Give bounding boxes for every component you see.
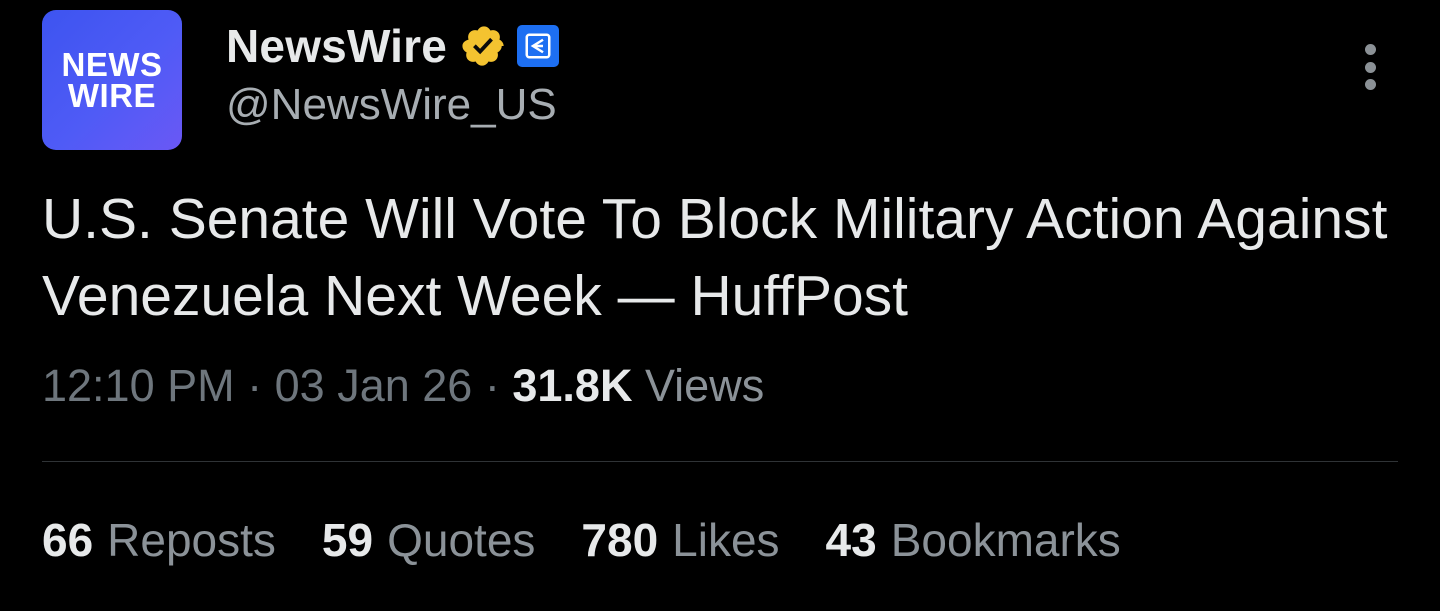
likes-stat[interactable]: 780 Likes (581, 513, 779, 567)
tweet-meta: 12:10 PM · 03 Jan 26 · 31.8K Views (42, 360, 764, 412)
avatar-logo-line-1: NEWS (61, 46, 163, 83)
likes-count: 780 (581, 514, 659, 566)
more-options-button[interactable] (1346, 40, 1394, 94)
meta-separator: · (247, 360, 263, 411)
user-handle[interactable]: @NewsWire_US (226, 80, 557, 130)
views-label[interactable]: Views (645, 360, 764, 411)
engagement-stats: 66 Reposts 59 Quotes 780 Likes 43 Bookma… (42, 513, 1167, 567)
quotes-count: 59 (321, 514, 374, 566)
display-name[interactable]: NewsWire (226, 19, 447, 73)
verified-badge-icon[interactable] (461, 23, 507, 69)
reposts-label: Reposts (107, 514, 276, 566)
more-vertical-icon-dot (1364, 61, 1376, 73)
tweet-time[interactable]: 12:10 PM (42, 360, 235, 411)
views-count[interactable]: 31.8K (512, 360, 632, 411)
bookmarks-label: Bookmarks (890, 514, 1121, 566)
reposts-count: 66 (42, 514, 94, 566)
avatar-logo-line-2: WIRE (67, 77, 157, 114)
bookmarks-count: 43 (825, 514, 877, 566)
tweet-date[interactable]: 03 Jan 26 (275, 360, 473, 411)
avatar[interactable]: NEWS WIRE (42, 10, 182, 150)
meta-separator: · (484, 360, 500, 411)
likes-label: Likes (672, 514, 780, 566)
tweet-text: U.S. Senate Will Vote To Block Military … (42, 187, 1388, 328)
divider (42, 461, 1398, 462)
reposts-stat[interactable]: 66 Reposts (42, 513, 276, 567)
author-name-row: NewsWire (226, 18, 560, 74)
more-vertical-icon-dot (1364, 44, 1376, 55)
quotes-stat[interactable]: 59 Quotes (322, 513, 535, 567)
bookmarks-stat[interactable]: 43 Bookmarks (826, 513, 1121, 567)
quotes-label: Quotes (387, 514, 536, 566)
more-vertical-icon-dot (1364, 79, 1376, 90)
affiliate-badge-icon[interactable] (517, 25, 560, 67)
